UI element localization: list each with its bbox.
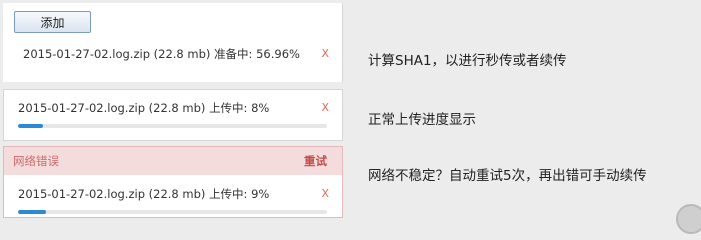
- upload-panel-error: 网络错误 重试 2015-01-27-02.log.zip (22.8 mb) …: [3, 146, 343, 218]
- file-size: (22.8 mb): [153, 47, 211, 61]
- file-row: 2015-01-27-02.log.zip (22.8 mb) 上传中: 8% …: [4, 97, 342, 119]
- file-info: 2015-01-27-02.log.zip (22.8 mb) 上传中: 9%: [18, 183, 269, 205]
- file-status: 上传中: 9%: [209, 187, 270, 201]
- error-bar: 网络错误 重试: [4, 147, 342, 175]
- remove-file-button[interactable]: X: [321, 183, 329, 205]
- file-name: 2015-01-27-02.log.zip: [18, 101, 145, 115]
- file-status: 准备中: 56.96%: [214, 47, 300, 61]
- upload-panel-normal: 2015-01-27-02.log.zip (22.8 mb) 上传中: 8% …: [3, 89, 343, 141]
- error-message: 网络错误: [13, 154, 59, 168]
- add-button[interactable]: 添加: [14, 11, 91, 33]
- file-row: 2015-01-27-02.log.zip (22.8 mb) 上传中: 9% …: [4, 183, 342, 205]
- file-size: (22.8 mb): [148, 101, 206, 115]
- progress-bar: [18, 210, 327, 214]
- note-retry: 网络不稳定？自动重试5次，再出错可手动续传: [368, 168, 647, 184]
- progress-bar: [18, 124, 327, 128]
- file-info: 2015-01-27-02.log.zip (22.8 mb) 上传中: 8%: [18, 97, 269, 119]
- remove-file-button[interactable]: X: [321, 97, 329, 119]
- remove-file-button[interactable]: X: [321, 43, 329, 65]
- file-name: 2015-01-27-02.log.zip: [23, 47, 150, 61]
- upload-panel-preparing: 添加 2015-01-27-02.log.zip (22.8 mb) 准备中: …: [3, 3, 343, 82]
- progress-fill: [18, 124, 43, 128]
- file-size: (22.8 mb): [148, 187, 206, 201]
- note-sha1: 计算SHA1，以进行秒传或者续传: [368, 53, 567, 69]
- scroll-top-icon[interactable]: [676, 204, 701, 234]
- note-progress: 正常上传进度显示: [368, 112, 476, 128]
- file-status: 上传中: 8%: [209, 101, 270, 115]
- file-name: 2015-01-27-02.log.zip: [18, 187, 145, 201]
- retry-button[interactable]: 重试: [304, 147, 327, 175]
- file-row: 2015-01-27-02.log.zip (22.8 mb) 准备中: 56.…: [3, 43, 342, 65]
- progress-fill: [18, 210, 46, 214]
- file-info: 2015-01-27-02.log.zip (22.8 mb) 准备中: 56.…: [23, 43, 300, 65]
